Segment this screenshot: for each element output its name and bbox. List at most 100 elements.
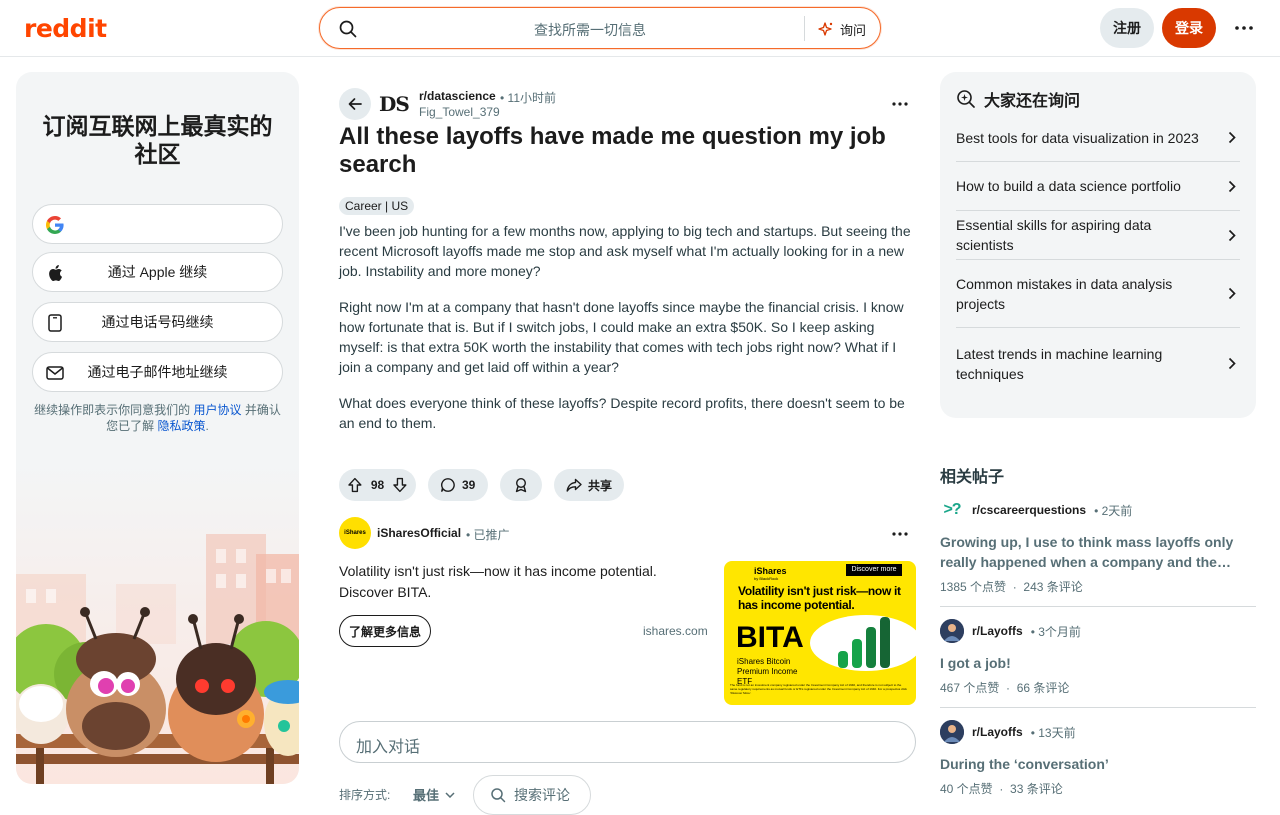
- signup-title: 订阅互联网上最真实的社区: [42, 113, 273, 167]
- comments-button[interactable]: 39: [428, 469, 488, 501]
- also-ask-item[interactable]: How to build a data science portfolio: [956, 162, 1240, 211]
- ad-image[interactable]: iShares by BlackRock Discover more Volat…: [724, 561, 916, 705]
- more-options-icon[interactable]: [1230, 14, 1258, 42]
- also-ask-title-text: 大家还在询问: [984, 93, 1081, 110]
- share-icon: [566, 478, 582, 492]
- related-time-value: 2天前: [1101, 503, 1133, 518]
- also-ask-item[interactable]: Latest trends in machine learning techni…: [956, 328, 1240, 399]
- signup-button[interactable]: 注册: [1100, 8, 1154, 48]
- ad-avatar[interactable]: iShares: [339, 517, 371, 549]
- search-input[interactable]: 查找所需一切信息: [380, 20, 800, 40]
- stats-separator: ·: [1002, 681, 1014, 695]
- search-divider: [804, 16, 805, 41]
- related-time-value: 3个月前: [1038, 624, 1081, 639]
- related-upvotes: 1385 个点赞: [940, 580, 1007, 594]
- phone-icon: [45, 313, 65, 333]
- arrow-left-icon: [348, 98, 362, 110]
- learn-more-button[interactable]: 了解更多信息: [339, 615, 432, 647]
- stats-separator: ·: [996, 782, 1007, 796]
- subreddit-link[interactable]: r/datascience: [419, 89, 496, 103]
- stats-separator: ·: [1009, 580, 1021, 594]
- ad-more-icon[interactable]: [886, 522, 914, 546]
- award-icon: [515, 477, 527, 493]
- vote-count: 98: [370, 478, 385, 492]
- search-bar[interactable]: 查找所需一切信息 询问: [319, 7, 881, 49]
- related-post-title[interactable]: I got a job!: [940, 653, 1240, 673]
- related-time: • 3个月前: [1030, 624, 1081, 639]
- community-illustration: [16, 464, 299, 784]
- post-time-value: 11小时前: [507, 91, 557, 105]
- ad-promoted-label: • 已推广: [466, 528, 510, 542]
- post-paragraph: Right now I'm at a company that hasn't d…: [339, 299, 904, 375]
- reddit-logo[interactable]: reddit: [24, 14, 107, 43]
- layoffs-avatar-icon: [940, 720, 964, 744]
- related-post[interactable]: r/Layoffs • 3个月前 I got a job! 467 个点赞 · …: [940, 619, 1256, 696]
- share-button[interactable]: 共享: [554, 469, 624, 501]
- terms-prefix: 继续操作即表示你同意我们的: [34, 403, 191, 417]
- mail-icon: [45, 363, 65, 383]
- related-time: • 13天前: [1030, 725, 1076, 740]
- apple-continue-button[interactable]: 通过 Apple 继续: [32, 252, 283, 292]
- search-icon: [339, 20, 357, 38]
- sort-label: 排序方式:: [339, 788, 391, 802]
- ask-button[interactable]: 询问: [818, 18, 866, 40]
- privacy-policy-link[interactable]: 隐私政策: [158, 419, 206, 433]
- ad-image-cta: Discover more: [846, 564, 902, 576]
- related-subreddit[interactable]: r/cscareerquestions: [972, 503, 1086, 517]
- google-continue-button[interactable]: [32, 204, 283, 244]
- post-more-icon[interactable]: [886, 92, 914, 116]
- related-comments: 66 条评论: [1016, 681, 1070, 695]
- ad-advertiser-name[interactable]: iSharesOfficial: [377, 526, 461, 540]
- signup-card: 订阅互联网上最真实的社区 通过 Apple 继续 通过电话号码继续 通过电子邮件…: [16, 72, 299, 784]
- sort-dropdown[interactable]: 最佳: [413, 785, 455, 804]
- user-agreement-link[interactable]: 用户协议: [193, 403, 241, 417]
- apple-continue-label: 通过 Apple 继续: [107, 264, 208, 280]
- also-ask-item[interactable]: Common mistakes in data analysis project…: [956, 260, 1240, 328]
- related-post-stats: 1385 个点赞 · 243 条评论: [940, 578, 1256, 595]
- ad-image-brand: iShares: [754, 566, 787, 576]
- sort-value: 最佳: [413, 788, 440, 803]
- award-button[interactable]: [500, 469, 542, 501]
- also-ask-item-label: How to build a data science portfolio: [956, 178, 1181, 194]
- email-continue-button[interactable]: 通过电子邮件地址继续: [32, 352, 283, 392]
- also-ask-title: 大家还在询问: [956, 87, 1080, 111]
- top-header: reddit 查找所需一切信息 询问 注册 登录: [0, 0, 1280, 57]
- related-subreddit[interactable]: r/Layoffs: [972, 725, 1023, 739]
- ad-image-fineprint: The fund is not an investment company re…: [730, 683, 907, 695]
- search-icon: [491, 788, 506, 803]
- back-button[interactable]: [339, 88, 371, 120]
- ad-domain[interactable]: ishares.com: [643, 624, 708, 638]
- ad-chart-graphic: [810, 615, 916, 671]
- related-post[interactable]: >? r/cscareerquestions • 2天前 Growing up,…: [940, 498, 1256, 595]
- related-subreddit[interactable]: r/Layoffs: [972, 624, 1023, 638]
- vote-bar: 98: [339, 469, 416, 501]
- related-post[interactable]: r/Layoffs • 13天前 During the ‘conversatio…: [940, 720, 1256, 797]
- comment-input[interactable]: 加入对话: [339, 721, 916, 763]
- ad-image-headline: Volatility isn't just risk—now it has in…: [738, 584, 901, 612]
- subreddit-avatar[interactable]: DS: [379, 92, 410, 116]
- subreddit-icon: >?: [943, 501, 961, 518]
- post-title: All these layoffs have made me question …: [339, 123, 886, 178]
- post-author[interactable]: Fig_Towel_379: [419, 105, 500, 119]
- downvote-icon[interactable]: [392, 477, 408, 493]
- search-sparkle-icon: [957, 90, 975, 108]
- also-ask-item[interactable]: Best tools for data visualization in 202…: [956, 114, 1240, 162]
- upvote-icon[interactable]: [347, 477, 363, 493]
- related-time-value: 13天前: [1038, 725, 1076, 740]
- related-post-title[interactable]: During the ‘conversation’: [940, 754, 1240, 774]
- related-divider: [940, 606, 1256, 607]
- sparkle-icon: [818, 22, 833, 36]
- email-continue-label: 通过电子邮件地址继续: [87, 364, 228, 380]
- comment-icon: [441, 478, 455, 492]
- search-comments-button[interactable]: 搜索评论: [473, 775, 591, 815]
- also-ask-item[interactable]: Essential skills for aspiring data scien…: [956, 211, 1240, 260]
- login-button[interactable]: 登录: [1162, 8, 1216, 48]
- chevron-right-icon: [1224, 286, 1240, 302]
- also-ask-card: 大家还在询问 Best tools for data visualization…: [940, 72, 1256, 418]
- related-post-title[interactable]: Growing up, I use to think mass layoffs …: [940, 532, 1240, 572]
- google-icon: [45, 215, 65, 235]
- phone-continue-button[interactable]: 通过电话号码继续: [32, 302, 283, 342]
- comment-placeholder: 加入对话: [356, 739, 421, 756]
- related-post-stats: 467 个点赞 · 66 条评论: [940, 679, 1256, 696]
- post-flair[interactable]: Career | US: [339, 197, 415, 215]
